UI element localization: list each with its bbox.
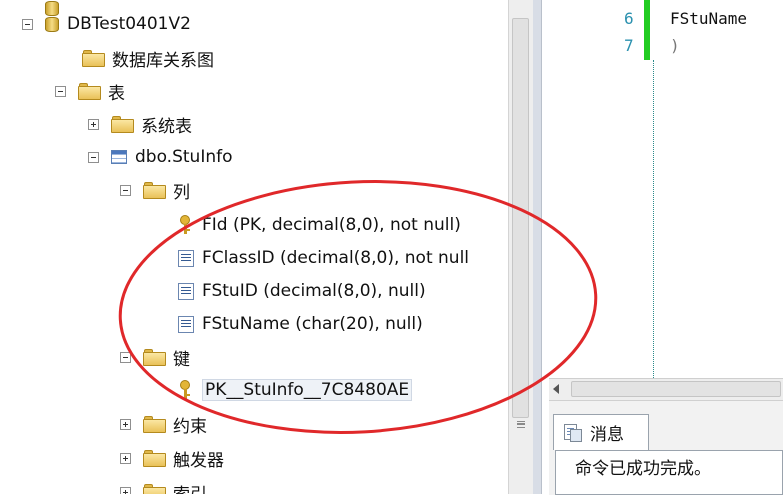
- grip-icon: [517, 421, 525, 422]
- tree-node-constraints[interactable]: 约束: [120, 410, 207, 438]
- tree-node-system-tables[interactable]: 系统表: [88, 110, 192, 138]
- object-explorer-tree: DBTest0401V2 数据库关系图 表 系统表 dbo.StuInfo 列 …: [0, 0, 508, 494]
- folder-icon: [143, 416, 166, 433]
- editor-gutter: 6 7: [542, 0, 654, 378]
- line-number: 7: [624, 36, 634, 55]
- indexes-label: 索引: [173, 480, 207, 495]
- folder-icon: [143, 484, 166, 494]
- grip-icon: [517, 424, 525, 425]
- triggers-label: 触发器: [173, 450, 224, 471]
- query-editor[interactable]: 6 7 FStuName ): [542, 0, 783, 378]
- diagrams-label: 数据库关系图: [112, 50, 214, 71]
- columns-label: 列: [173, 182, 190, 203]
- constraints-label: 约束: [173, 416, 207, 437]
- key-icon: [178, 380, 194, 400]
- primary-key-icon: [178, 215, 194, 235]
- folder-icon: [82, 50, 105, 67]
- results-pane: 消息 命令已成功完成。: [549, 400, 783, 495]
- tree-node-triggers[interactable]: 触发器: [120, 444, 224, 472]
- expand-icon[interactable]: [88, 118, 99, 130]
- messages-icon: [564, 423, 582, 442]
- tree-node-table-stuinfo[interactable]: dbo.StuInfo: [88, 143, 233, 171]
- tree-node-column-fid[interactable]: FId (PK, decimal(8,0), not null): [178, 211, 461, 239]
- tree-node-indexes[interactable]: 索引: [120, 478, 207, 494]
- keys-label: 键: [173, 349, 190, 370]
- scroll-left-icon[interactable]: [553, 384, 559, 394]
- folder-icon: [78, 83, 101, 100]
- collapse-icon[interactable]: [22, 18, 33, 30]
- tree-node-keys[interactable]: 键: [120, 343, 190, 371]
- expand-icon[interactable]: [120, 486, 131, 494]
- column-icon: [178, 315, 194, 333]
- editor-horizontal-scrollbar[interactable]: [549, 378, 783, 400]
- database-name: DBTest0401V2: [67, 14, 191, 34]
- change-tracking-bar: [644, 0, 650, 60]
- tab-messages-label: 消息: [590, 425, 624, 445]
- tree-vertical-scrollbar[interactable]: [508, 0, 533, 494]
- key-name-label: PK__StuInfo__7C8480AE: [202, 379, 413, 401]
- tree-node-diagrams[interactable]: 数据库关系图: [82, 44, 214, 72]
- database-icon: [45, 15, 59, 33]
- collapse-icon[interactable]: [120, 184, 131, 196]
- tree-node-primary-key[interactable]: PK__StuInfo__7C8480AE: [178, 376, 413, 404]
- folder-icon: [111, 116, 134, 133]
- column-label: FId (PK, decimal(8,0), not null): [202, 215, 461, 235]
- column-icon: [178, 249, 194, 267]
- folder-icon: [143, 182, 166, 199]
- pane-splitter[interactable]: [533, 0, 542, 494]
- column-label: FStuName (char(20), null): [202, 314, 423, 334]
- line-number: 6: [624, 9, 634, 28]
- code-line[interactable]: ): [670, 36, 680, 55]
- column-label: FClassID (decimal(8,0), not null: [202, 248, 470, 268]
- tables-label: 表: [108, 83, 125, 104]
- outline-guide: [653, 60, 654, 378]
- status-message: 命令已成功完成。: [575, 459, 711, 479]
- table-name-label: dbo.StuInfo: [135, 147, 233, 167]
- tree-node-column-fclassid[interactable]: FClassID (decimal(8,0), not null: [178, 244, 469, 272]
- tree-node-column-fstuid[interactable]: FStuID (decimal(8,0), null): [178, 277, 426, 305]
- tree-node-columns[interactable]: 列: [120, 176, 190, 204]
- tree-node-tables[interactable]: 表: [55, 77, 125, 105]
- collapse-icon[interactable]: [88, 151, 99, 163]
- folder-icon: [143, 450, 166, 467]
- system-tables-label: 系统表: [141, 116, 192, 137]
- scrollbar-thumb[interactable]: [571, 381, 781, 397]
- collapse-icon[interactable]: [55, 85, 66, 97]
- grip-icon: [517, 427, 525, 428]
- column-icon: [178, 282, 194, 300]
- tree-node-database[interactable]: DBTest0401V2: [22, 10, 191, 38]
- tab-messages[interactable]: 消息: [553, 414, 649, 450]
- expand-icon[interactable]: [120, 452, 131, 464]
- folder-icon: [143, 349, 166, 366]
- collapse-icon[interactable]: [120, 351, 131, 363]
- expand-icon[interactable]: [120, 418, 131, 430]
- tree-node-column-fstuname[interactable]: FStuName (char(20), null): [178, 310, 423, 338]
- code-line[interactable]: FStuName: [670, 9, 747, 28]
- scrollbar-thumb[interactable]: [512, 18, 529, 424]
- column-label: FStuID (decimal(8,0), null): [202, 281, 426, 301]
- table-icon: [111, 150, 127, 164]
- messages-panel: 命令已成功完成。: [555, 450, 783, 495]
